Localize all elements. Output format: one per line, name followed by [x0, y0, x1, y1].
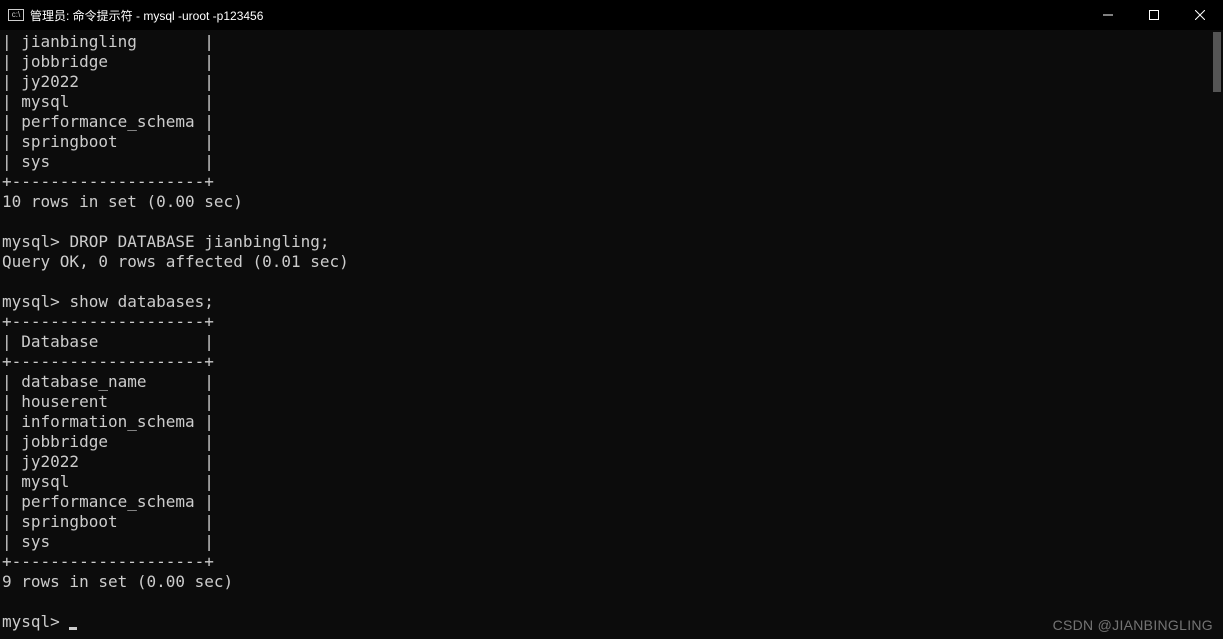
table1-rows: | jianbingling | | jobbridge | | jy2022 … [2, 32, 1221, 172]
result1: 10 rows in set (0.00 sec) [2, 192, 243, 211]
table2-mid-border: +--------------------+ [2, 352, 214, 371]
window-titlebar: c:\ 管理员: 命令提示符 - mysql -uroot -p123456 [0, 0, 1223, 30]
titlebar-left: c:\ 管理员: 命令提示符 - mysql -uroot -p123456 [8, 7, 263, 24]
result2: 9 rows in set (0.00 sec) [2, 572, 233, 591]
prompt-final: mysql> [2, 612, 69, 631]
table2-rows: | database_name | | houserent | | inform… [2, 372, 1221, 552]
window-title: 管理员: 命令提示符 - mysql -uroot -p123456 [30, 7, 263, 24]
close-button[interactable] [1177, 0, 1223, 30]
prompt1: mysql> [2, 232, 69, 251]
table2-top-border: +--------------------+ [2, 312, 214, 331]
prompt2: mysql> [2, 292, 69, 311]
response1: Query OK, 0 rows affected (0.01 sec) [2, 252, 349, 271]
scrollbar-thumb[interactable] [1213, 32, 1221, 92]
minimize-button[interactable] [1085, 0, 1131, 30]
table1-bottom-border: +--------------------+ [2, 172, 214, 191]
cmd-icon: c:\ [8, 9, 24, 21]
cmd1: DROP DATABASE jianbingling; [69, 232, 329, 251]
maximize-button[interactable] [1131, 0, 1177, 30]
watermark: CSDN @JIANBINGLING [1053, 617, 1213, 633]
table2-bottom-border: +--------------------+ [2, 552, 214, 571]
cmd2: show databases; [69, 292, 214, 311]
terminal-output[interactable]: | jianbingling | | jobbridge | | jy2022 … [0, 30, 1223, 634]
window-controls [1085, 0, 1223, 30]
table2-header-row: | Database | [2, 332, 214, 351]
cursor [69, 627, 77, 630]
